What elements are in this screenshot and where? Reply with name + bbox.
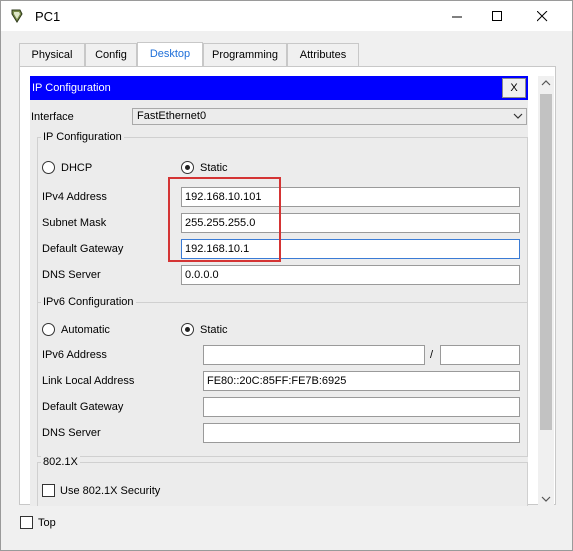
dot1x-group-title: 802.1X: [41, 456, 80, 468]
top-label: Top: [38, 517, 56, 529]
tab-physical[interactable]: Physical: [19, 43, 85, 67]
interface-select[interactable]: FastEthernet0: [132, 108, 527, 125]
dns-server-input[interactable]: 0.0.0.0: [181, 265, 520, 285]
chevron-down-icon: [513, 113, 523, 119]
title-bar[interactable]: PC1: [1, 1, 572, 31]
header-title: IP Configuration: [32, 82, 111, 94]
subnet-mask-label: Subnet Mask: [42, 217, 107, 229]
window-title: PC1: [35, 9, 61, 24]
prefix-separator: /: [430, 349, 434, 361]
ip-configuration-header: IP Configuration X: [30, 76, 528, 100]
scrollbar-thumb[interactable]: [540, 94, 552, 430]
ipv6-dns-server-input[interactable]: [203, 423, 520, 443]
tab-desktop[interactable]: Desktop: [137, 42, 203, 68]
packet-tracer-icon: [11, 9, 23, 23]
close-button[interactable]: [519, 1, 565, 31]
panel-close-button[interactable]: X: [502, 78, 526, 98]
highlight-box: [168, 177, 281, 262]
dns-server-label: DNS Server: [42, 269, 101, 281]
automatic-radio[interactable]: [42, 323, 55, 336]
close-icon: [536, 10, 547, 21]
default-gateway-label: Default Gateway: [42, 243, 124, 255]
interface-label: Interface: [31, 111, 74, 123]
ipv6-address-label: IPv6 Address: [42, 349, 107, 361]
scroll-up-icon[interactable]: [541, 79, 551, 87]
ipv6-static-label: Static: [200, 324, 228, 336]
dhcp-label: DHCP: [61, 162, 93, 174]
link-local-address-input[interactable]: FE80::20C:85FF:FE7B:6925: [203, 371, 520, 391]
ipv4-configuration-group: IP Configuration DHCP Static IPv4 Addres…: [37, 131, 528, 303]
link-local-address-label: Link Local Address: [42, 375, 135, 387]
ipv6-dns-server-label: DNS Server: [42, 427, 101, 439]
tab-attributes[interactable]: Attributes: [287, 43, 359, 67]
ipv6-default-gateway-input[interactable]: [203, 397, 520, 417]
ipv6-static-radio[interactable]: [181, 323, 194, 336]
use-8021x-checkbox[interactable]: [42, 484, 55, 497]
maximize-button[interactable]: [474, 1, 520, 31]
interface-value: FastEthernet0: [137, 110, 207, 122]
dhcp-radio[interactable]: [42, 161, 55, 174]
dot1x-group: 802.1X Use 802.1X Security: [37, 456, 528, 506]
ipv4-address-label: IPv4 Address: [42, 191, 107, 203]
static-label: Static: [200, 162, 228, 174]
vertical-scrollbar[interactable]: [538, 76, 554, 506]
scroll-down-icon[interactable]: [541, 495, 551, 503]
automatic-label: Automatic: [61, 324, 110, 336]
minimize-icon: [451, 16, 462, 17]
ipv6-prefix-input[interactable]: [440, 345, 520, 365]
tab-programming[interactable]: Programming: [203, 43, 287, 67]
pc1-window: PC1 Physical Config Desktop Programming …: [0, 0, 573, 551]
ip-configuration-panel: IP Configuration X Interface FastEtherne…: [30, 76, 528, 506]
ipv6-group-title: IPv6 Configuration: [41, 296, 136, 308]
ipv6-configuration-group: IPv6 Configuration Automatic Static IPv6…: [37, 296, 528, 457]
static-radio[interactable]: [181, 161, 194, 174]
ipv6-default-gateway-label: Default Gateway: [42, 401, 124, 413]
tab-config[interactable]: Config: [85, 43, 137, 67]
ipv6-address-input[interactable]: [203, 345, 425, 365]
use-8021x-label: Use 802.1X Security: [60, 485, 161, 497]
ipv4-group-title: IP Configuration: [41, 131, 124, 143]
top-checkbox[interactable]: [20, 516, 33, 529]
maximize-icon: [491, 10, 502, 21]
desktop-tab-panel: IP Configuration X Interface FastEtherne…: [19, 66, 556, 506]
